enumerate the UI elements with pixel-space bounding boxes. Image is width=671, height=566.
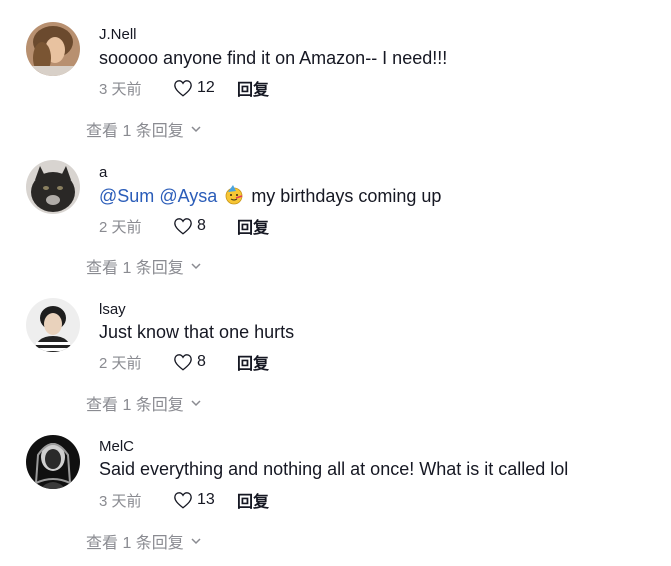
- heart-outline-icon: [173, 353, 193, 371]
- comment-text: @Sum @Aysa my birthdays coming up: [99, 185, 441, 210]
- avatar[interactable]: [26, 22, 80, 76]
- view-replies-button[interactable]: 查看 1 条回复: [86, 254, 202, 278]
- comment-text: Just know that one hurts: [99, 322, 295, 342]
- comment-time: 3 天前: [99, 80, 142, 98]
- like-count: 8: [197, 353, 206, 370]
- reply-button[interactable]: 回复: [237, 214, 269, 238]
- view-replies-label: 查看 1 条回复: [86, 123, 184, 140]
- view-replies-label: 查看 1 条回复: [86, 397, 184, 414]
- comment-meta: 2 天前 8 回复: [99, 215, 269, 237]
- view-replies-button[interactable]: 查看 1 条回复: [86, 529, 202, 553]
- avatar[interactable]: [26, 160, 80, 214]
- heart-outline-icon: [173, 217, 193, 235]
- comment-username[interactable]: MelC: [99, 438, 134, 455]
- like-button[interactable]: 12: [173, 79, 221, 97]
- reply-button[interactable]: 回复: [237, 488, 269, 512]
- comment-time: 3 天前: [99, 492, 142, 510]
- avatar[interactable]: [26, 298, 80, 352]
- like-count: 13: [197, 491, 215, 508]
- chevron-down-icon: [184, 257, 202, 275]
- chevron-down-icon: [184, 394, 202, 412]
- like-count: 8: [197, 217, 206, 234]
- reply-button[interactable]: 回复: [237, 76, 269, 100]
- like-button[interactable]: 8: [173, 217, 221, 235]
- comment-username[interactable]: J.Nell: [99, 26, 137, 43]
- view-replies-button[interactable]: 查看 1 条回复: [86, 391, 202, 415]
- comment-username[interactable]: lsay: [99, 301, 126, 318]
- comment-text: sooooo anyone find it on Amazon-- I need…: [99, 48, 448, 68]
- view-replies-label: 查看 1 条回复: [86, 260, 184, 277]
- chevron-down-icon: [184, 120, 202, 138]
- heart-outline-icon: [173, 79, 193, 97]
- like-button[interactable]: 13: [173, 491, 221, 509]
- comment-meta: 3 天前 13 回复: [99, 489, 269, 511]
- reply-button[interactable]: 回复: [237, 350, 269, 374]
- comment-time: 2 天前: [99, 218, 142, 236]
- avatar[interactable]: [26, 435, 80, 489]
- mention-link[interactable]: @Aysa: [159, 186, 217, 206]
- heart-outline-icon: [173, 491, 193, 509]
- comment-meta: 3 天前 12 回复: [99, 77, 269, 99]
- comment-username[interactable]: a: [99, 164, 107, 181]
- comment-meta: 2 天前 8 回复: [99, 351, 269, 373]
- comment-text-body: my birthdays coming up: [251, 186, 442, 206]
- chevron-down-icon: [184, 532, 202, 550]
- mention-link[interactable]: @Sum: [99, 186, 154, 206]
- view-replies-label: 查看 1 条回复: [86, 535, 184, 552]
- party-face-emoji-icon: [224, 185, 244, 210]
- comment-text: Said everything and nothing all at once!…: [99, 459, 569, 479]
- view-replies-button[interactable]: 查看 1 条回复: [86, 117, 202, 141]
- like-button[interactable]: 8: [173, 353, 221, 371]
- like-count: 12: [197, 79, 215, 96]
- comment-time: 2 天前: [99, 354, 142, 372]
